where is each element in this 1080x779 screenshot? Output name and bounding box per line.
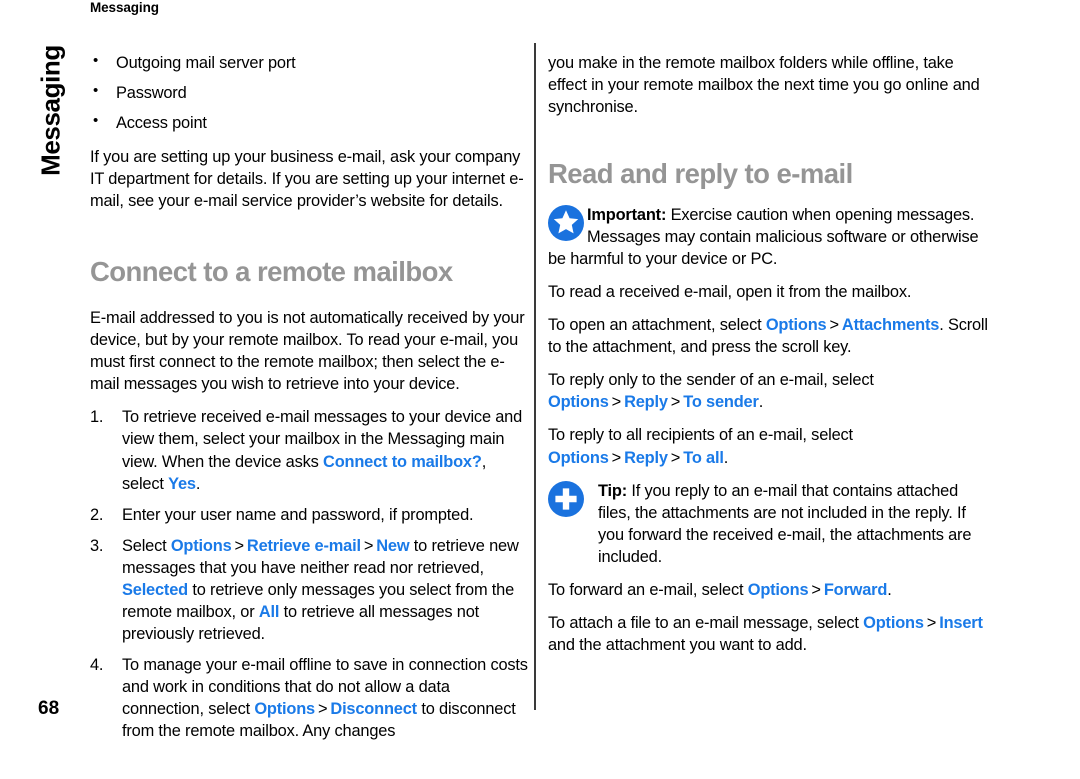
list-item: 3. Select Options > Retrieve e-mail > New to… — [90, 535, 530, 645]
step-text: Enter your user name and password, if pr… — [122, 505, 474, 524]
ui-term: Reply — [624, 448, 668, 467]
list-item: 2. Enter your user name and password, if… — [90, 504, 530, 526]
section-heading-connect-mailbox: Connect to a remote mailbox — [90, 256, 453, 288]
reply-sender-paragraph: To reply only to the sender of an e-mail… — [548, 371, 874, 412]
ui-term: To sender — [683, 393, 759, 412]
heading-spacer-bottom — [90, 288, 530, 307]
tip-text: Tip: If you reply to an e-mail that cont… — [598, 481, 972, 566]
connect-steps-list: 1. To retrieve received e-mail messages … — [90, 406, 530, 742]
right-column: you make in the remote mailbox folders w… — [548, 52, 988, 667]
star-circle-icon — [548, 204, 584, 241]
separator-glyph: > — [611, 448, 622, 467]
separator-glyph: > — [363, 536, 374, 555]
intro-paragraph: If you are setting up your business e-ma… — [90, 148, 524, 211]
read-email-paragraph: To read a received e-mail, open it from … — [548, 283, 912, 302]
attach-file-paragraph: To attach a file to an e-mail message, s… — [548, 613, 983, 654]
page-number: 68 — [38, 698, 60, 719]
ui-term: Insert — [939, 613, 983, 632]
ui-term: Options — [254, 700, 315, 719]
ui-term: Reply — [624, 393, 668, 412]
ui-term: All — [258, 602, 280, 621]
separator-glyph: > — [670, 393, 681, 412]
step-number: 2. — [90, 505, 104, 524]
list-item: Outgoing mail server port — [90, 51, 530, 74]
list-item: 1. To retrieve received e-mail messages … — [90, 406, 530, 494]
step-text: To manage your e-mail offline to save in… — [122, 656, 528, 741]
heading-spacer-top — [90, 223, 530, 257]
tip-notice: Tip: If you reply to an e-mail that cont… — [548, 480, 988, 568]
step-number: 1. — [90, 408, 104, 427]
ui-term: Disconnect — [330, 700, 417, 719]
step-number: 4. — [90, 656, 104, 675]
heading-spacer-bottom — [548, 190, 988, 204]
emphasis-text: Important: — [587, 205, 667, 224]
left-column: Outgoing mail server port Password Acces… — [90, 51, 530, 742]
separator-glyph: > — [611, 393, 622, 412]
list-item: 4. To manage your e-mail offline to save… — [90, 654, 530, 742]
ui-term: Retrieve e-mail — [246, 536, 361, 555]
ui-term: Selected — [122, 580, 188, 599]
column-divider — [534, 43, 536, 710]
plus-circle-icon — [548, 480, 584, 517]
separator-glyph: > — [811, 580, 821, 599]
ui-term: Options — [863, 613, 924, 632]
separator-glyph: > — [926, 613, 937, 632]
important-text: Important: Exercise caution when opening… — [548, 205, 979, 269]
heading-spacer-top — [548, 129, 988, 159]
list-item: Password — [90, 81, 530, 104]
separator-glyph: > — [829, 316, 840, 335]
emphasis-text: Tip: — [598, 481, 628, 500]
chapter-side-tab: Messaging — [35, 45, 66, 176]
ui-term: Yes — [168, 474, 196, 493]
open-attachment-paragraph: To open an attachment, select Options > At… — [548, 316, 988, 357]
step-text: Select Options > Retrieve e-mail > New to re… — [122, 536, 519, 643]
step-text: To retrieve received e-mail messages to … — [122, 408, 523, 493]
continuation-paragraph: you make in the remote mailbox folders w… — [548, 54, 980, 117]
separator-glyph: > — [318, 700, 328, 719]
ui-term: Options — [765, 316, 827, 335]
ui-term: Options — [548, 393, 609, 412]
page-header: Messaging — [90, 0, 159, 15]
section-heading-read-reply: Read and reply to e-mail — [548, 158, 853, 190]
list-item: Access point — [90, 111, 530, 134]
forward-email-paragraph: To forward an e-mail, select Options > For… — [548, 580, 892, 599]
ui-term: Forward — [823, 580, 888, 599]
remote-mailbox-paragraph: E-mail addressed to you is not automatic… — [90, 309, 525, 394]
ui-term: To all — [683, 448, 724, 467]
step-number: 3. — [90, 536, 104, 555]
ui-term: New — [376, 536, 410, 555]
separator-glyph: > — [670, 448, 681, 467]
separator-glyph: > — [234, 536, 245, 555]
reply-all-paragraph: To reply to all recipients of an e-mail,… — [548, 426, 853, 467]
important-notice: Important: Exercise caution when opening… — [548, 204, 988, 270]
ui-term: Options — [747, 580, 809, 599]
ui-term: Attachments — [841, 316, 940, 335]
ui-term: Options — [548, 448, 609, 467]
settings-bullet-list: Outgoing mail server port Password Acces… — [90, 51, 530, 134]
ui-term: Options — [170, 536, 232, 555]
ui-term: Connect to mailbox? — [323, 452, 482, 471]
